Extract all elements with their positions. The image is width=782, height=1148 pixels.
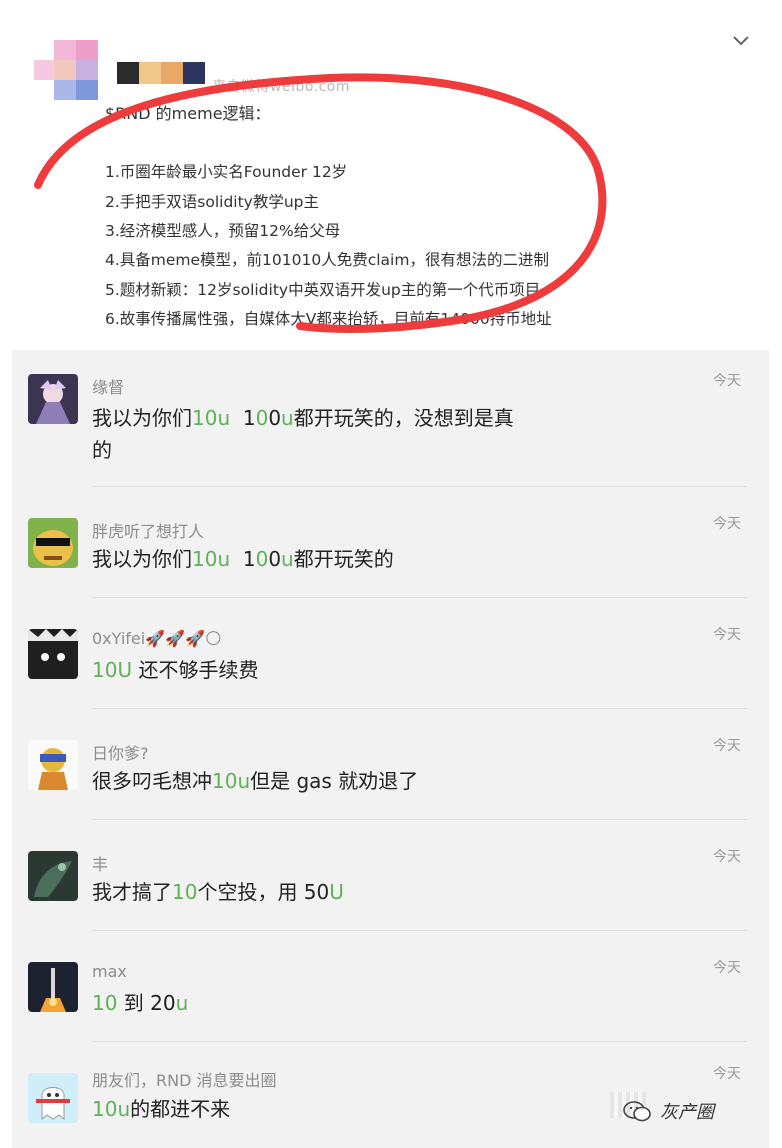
comment-time: 今天 — [713, 1066, 741, 1082]
comment-item: max 今天 10 到 20u — [12, 932, 769, 1043]
avatar[interactable] — [28, 1073, 78, 1123]
comment-time: 今天 — [713, 738, 741, 754]
avatar[interactable] — [28, 740, 78, 790]
comment-time: 今天 — [713, 516, 741, 532]
comment-author[interactable]: 日你爹? — [92, 740, 149, 764]
watermark-text: 灰产圈 — [660, 1102, 714, 1123]
avatar[interactable] — [28, 851, 78, 901]
avatar[interactable] — [28, 518, 78, 568]
comment-author[interactable]: 丰 — [92, 851, 108, 875]
comment-text: 我以为你们10u 100u都开玩笑的 — [92, 547, 394, 571]
comment-author[interactable]: 朋友们，RND 消息要出圈 — [92, 1067, 277, 1091]
comment-text: 我才搞了10个空投，用 50U — [92, 880, 344, 904]
divider — [92, 819, 747, 820]
divider — [92, 597, 747, 598]
comment-item: 朋友们，RND 消息要出圈 今天 10u的都进不来 — [12, 1043, 769, 1148]
avatar[interactable] — [28, 629, 78, 679]
post-line-4: 4.具备meme模型，前101010人免费claim，很有想法的二进制 — [105, 251, 549, 269]
comment-text: 10U 还不够手续费 — [92, 658, 259, 682]
comment-item: 日你爹? 今天 很多叼毛想冲10u但是 gas 就劝退了 — [12, 710, 769, 821]
comment-item: 缘督 今天 我以为你们10u 100u都开玩笑的，没想到是真的 — [12, 350, 769, 490]
comment-time: 今天 — [713, 849, 741, 865]
post-source: 来自微博weibo.com — [212, 79, 351, 95]
comments-panel: 缘督 今天 我以为你们10u 100u都开玩笑的，没想到是真的 胖虎听了想打人 … — [12, 350, 769, 1148]
comment-text: 10u的都进不来 — [92, 1097, 231, 1121]
post-line-5: 5.题材新颖：12岁solidity中英双语开发up主的第一个代币项目 — [105, 281, 541, 299]
post-line-6: 6.故事传播属性强，自媒体大V都来抬轿，目前有14000持币地址 — [105, 310, 552, 328]
post-line-1: 1.币圈年龄最小实名Founder 12岁 — [105, 163, 348, 181]
comment-author[interactable]: max — [92, 962, 127, 981]
weibo-post: 来自微博weibo.com $RND 的meme逻辑： 1.币圈年龄最小实名Fo… — [0, 0, 782, 350]
comment-text: 我以为你们10u 100u都开玩笑的，没想到是真的 — [92, 406, 514, 462]
post-author-mosaic — [117, 62, 207, 84]
divider — [92, 486, 747, 487]
comment-time: 今天 — [713, 373, 741, 389]
comment-text: 很多叼毛想冲10u但是 gas 就劝退了 — [92, 769, 419, 793]
chevron-down-icon[interactable] — [730, 30, 752, 52]
wechat-icon — [623, 1101, 651, 1122]
comment-item: 0xYifei🚀🚀🚀🌕 今天 10U 还不够手续费 — [12, 599, 769, 710]
comment-item: 胖虎听了想打人 今天 我以为你们10u 100u都开玩笑的 — [12, 488, 769, 599]
comment-author[interactable]: 缘督 — [92, 374, 124, 398]
divider — [92, 1041, 747, 1042]
post-line-3: 3.经济模型感人，预留12%给父母 — [105, 222, 341, 240]
post-avatar-mosaic — [34, 40, 98, 100]
post-line-2: 2.手把手双语solidity教学up主 — [105, 193, 320, 211]
divider — [92, 930, 747, 931]
avatar[interactable] — [28, 962, 78, 1012]
comment-author[interactable]: 胖虎听了想打人 — [92, 518, 204, 542]
comment-author[interactable]: 0xYifei🚀🚀🚀🌕 — [92, 629, 222, 648]
post-title: $RND 的meme逻辑： — [105, 104, 271, 123]
comment-item: 丰 今天 我才搞了10个空投，用 50U — [12, 821, 769, 932]
comment-time: 今天 — [713, 627, 741, 643]
comment-text: 10 到 20u — [92, 991, 189, 1015]
comment-time: 今天 — [713, 960, 741, 976]
avatar[interactable] — [28, 374, 78, 424]
divider — [92, 708, 747, 709]
